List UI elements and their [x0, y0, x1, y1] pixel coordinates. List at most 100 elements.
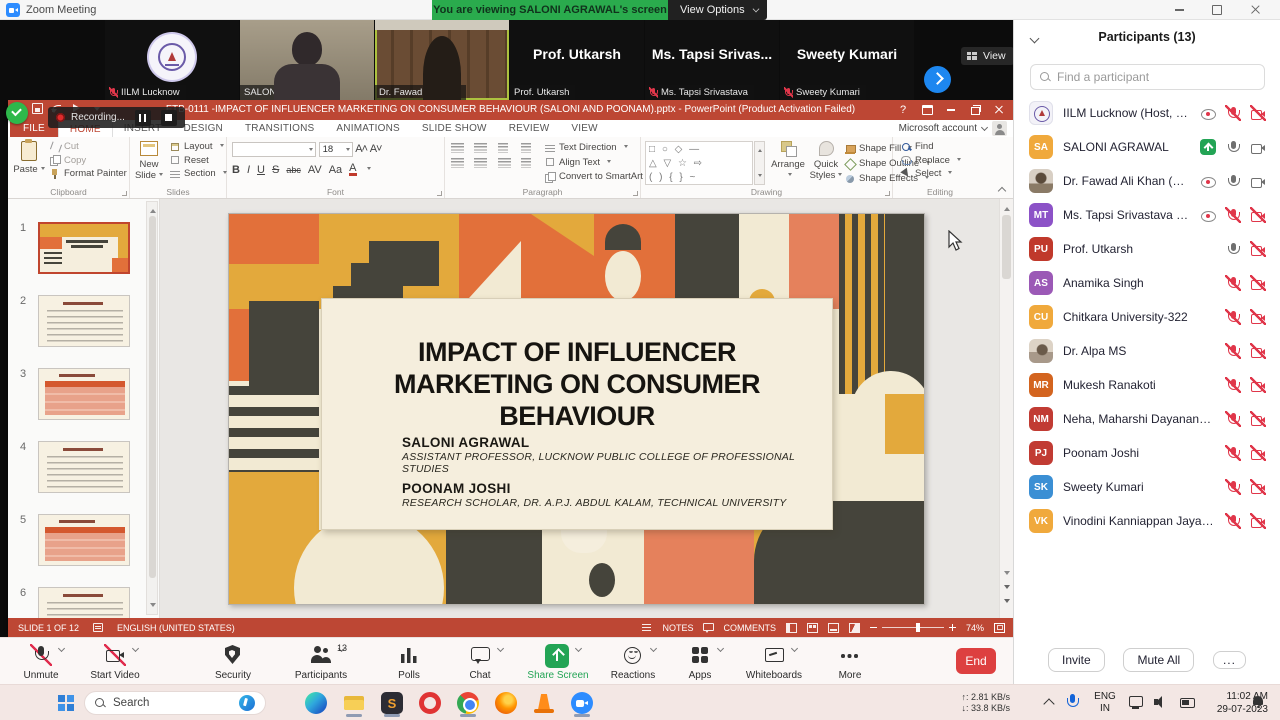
slideshow-view-button[interactable] — [849, 623, 860, 633]
participant-search-input[interactable]: Find a participant — [1030, 64, 1265, 90]
taskbar-app-icon[interactable] — [570, 690, 594, 716]
chevron-up-icon[interactable] — [497, 645, 504, 652]
video-tile[interactable]: Sweety Kumari Sweety Kumari — [780, 20, 914, 100]
thumbnail-scrollbar[interactable] — [146, 201, 158, 615]
participant-row[interactable]: PJ Poonam Joshi — [1014, 436, 1280, 470]
dialog-launcher-icon[interactable] — [885, 191, 890, 196]
paragraph-buttons[interactable] — [451, 143, 537, 168]
slide-thumbnail[interactable]: 1 — [38, 222, 130, 274]
taskbar-search-input[interactable]: Search — [84, 691, 266, 715]
ppt-minimize-button[interactable] — [941, 102, 961, 118]
video-tile[interactable]: Ms. Tapsi Srivas... Ms. Tapsi Srivastava — [645, 20, 779, 100]
window-maximize-button[interactable] — [1200, 0, 1234, 20]
toolbar-button[interactable]: Polls — [376, 642, 442, 682]
ribbon-tab[interactable]: VIEW — [560, 120, 608, 137]
start-button[interactable] — [58, 695, 74, 711]
font-size-combo[interactable]: 18 — [319, 142, 353, 157]
participant-row[interactable]: CU Chitkara University-322 — [1014, 300, 1280, 334]
toolbar-button[interactable]: Unmute — [8, 642, 74, 682]
chevron-up-icon[interactable] — [575, 645, 582, 652]
ppt-close-button[interactable] — [989, 102, 1009, 118]
dialog-launcher-icon[interactable] — [633, 191, 638, 196]
participant-row[interactable]: Dr. Alpa MS — [1014, 334, 1280, 368]
slide-thumbnail[interactable]: 4 — [38, 441, 130, 493]
video-tile[interactable]: IILM Lucknow — [105, 20, 239, 100]
participant-row[interactable]: VK Vinodini Kanniappan Jayachandran — [1014, 504, 1280, 538]
ppt-help-button[interactable]: ? — [893, 102, 913, 118]
toolbar-button[interactable]: More — [822, 642, 878, 682]
taskbar-app-icon[interactable]: S — [380, 690, 404, 716]
network-icon[interactable] — [1128, 695, 1144, 709]
comments-button[interactable]: COMMENTS — [723, 623, 776, 633]
dialog-launcher-icon[interactable] — [122, 191, 127, 196]
participant-row[interactable]: PU Prof. Utkarsh — [1014, 232, 1280, 266]
taskbar-app-icon[interactable] — [456, 690, 480, 716]
toolbar-button[interactable]: Share Screen — [518, 642, 598, 682]
paste-button[interactable]: Paste — [10, 141, 48, 175]
ribbon-tab[interactable]: REVIEW — [498, 120, 561, 137]
more-options-button[interactable]: ... — [1213, 651, 1246, 669]
taskbar-app-icon[interactable] — [532, 690, 556, 716]
shapes-gallery[interactable]: □ ○ ◇ — △ ▽ ☆ ⇨ ( ) { } ~ — [645, 141, 753, 185]
ribbon-tab[interactable]: TRANSITIONS — [234, 120, 325, 137]
participant-row[interactable]: Dr. Fawad Ali Khan (Co-host) — [1014, 164, 1280, 198]
reading-view-button[interactable] — [828, 623, 839, 633]
video-tile[interactable]: Dr. Fawad Ali Khan — [375, 20, 509, 100]
char-spacing-button[interactable]: AV — [308, 164, 322, 176]
toolbar-button[interactable]: Reactions — [598, 642, 668, 682]
slide-1[interactable]: IMPACT OF INFLUENCER MARKETING ON CONSUM… — [228, 213, 925, 605]
layout-button[interactable]: Layout — [170, 141, 227, 152]
slide-thumbnail[interactable]: 5 — [38, 514, 130, 566]
toolbar-button[interactable]: Whiteboards — [734, 642, 814, 682]
align-text-button[interactable]: Align Text — [545, 157, 654, 168]
font-name-combo[interactable] — [232, 142, 316, 157]
dialog-launcher-icon[interactable] — [437, 191, 442, 196]
convert-smartart-button[interactable]: Convert to SmartArt — [545, 171, 654, 182]
notes-button[interactable]: NOTES — [662, 623, 693, 633]
view-options-button[interactable]: View Options — [668, 0, 767, 20]
italic-button[interactable]: I — [247, 164, 250, 176]
cut-button[interactable]: Cut — [50, 141, 127, 152]
chevron-up-icon[interactable] — [58, 645, 65, 652]
toolbar-button[interactable]: 13 Participants — [282, 642, 360, 682]
select-button[interactable]: Select — [901, 168, 961, 179]
participant-row[interactable]: SK Sweety Kumari — [1014, 470, 1280, 504]
fit-slide-button[interactable] — [994, 623, 1005, 633]
language-label[interactable]: ENGLISH (UNITED STATES) — [117, 623, 235, 633]
taskbar-app-icon[interactable] — [418, 690, 442, 716]
next-slide-button[interactable] — [1004, 599, 1010, 606]
participant-row[interactable]: MR Mukesh Ranakoti — [1014, 368, 1280, 402]
reset-button[interactable]: Reset — [170, 155, 227, 166]
toolbar-button[interactable]: Start Video — [82, 642, 148, 682]
slide-sorter-view-button[interactable] — [807, 623, 818, 633]
chevron-up-icon[interactable] — [650, 645, 657, 652]
window-close-button[interactable] — [1238, 0, 1272, 20]
change-case-button[interactable]: Aa — [329, 164, 342, 176]
next-page-arrow-button[interactable] — [924, 66, 951, 93]
new-slide-button[interactable]: New Slide — [130, 141, 168, 181]
slide-thumbnail[interactable]: 2 — [38, 295, 130, 347]
participant-row[interactable]: MT Ms. Tapsi Srivastava (Co-host) — [1014, 198, 1280, 232]
window-minimize-button[interactable] — [1162, 0, 1196, 20]
tray-mic-icon[interactable] — [1066, 694, 1078, 711]
text-direction-button[interactable]: Text Direction — [545, 142, 654, 153]
language-indicator[interactable]: ENG IN — [1090, 691, 1120, 715]
copy-button[interactable]: Copy — [50, 155, 127, 166]
normal-view-button[interactable] — [786, 623, 797, 633]
bold-button[interactable]: B — [232, 164, 240, 176]
replace-button[interactable]: Replace — [901, 155, 961, 166]
previous-slide-button[interactable] — [1004, 585, 1010, 592]
arrange-button[interactable]: Arrange — [769, 141, 807, 181]
shapes-gallery-scroll[interactable] — [754, 141, 765, 185]
grow-font-button[interactable]: A˄ — [355, 143, 367, 155]
notifications-bell-icon[interactable] — [1252, 695, 1264, 709]
chevron-up-icon[interactable] — [132, 645, 139, 652]
tray-expand-icon[interactable] — [1043, 698, 1054, 709]
strikethrough-button[interactable]: S — [272, 164, 279, 176]
chevron-up-icon[interactable] — [791, 645, 798, 652]
toolbar-button[interactable]: Security — [196, 642, 270, 682]
zoom-percentage[interactable]: 74% — [966, 623, 984, 633]
participant-row[interactable]: SA SALONI AGRAWAL — [1014, 130, 1280, 164]
ribbon-tab[interactable]: SLIDE SHOW — [411, 120, 498, 137]
toolbar-button[interactable]: Chat — [450, 642, 510, 682]
